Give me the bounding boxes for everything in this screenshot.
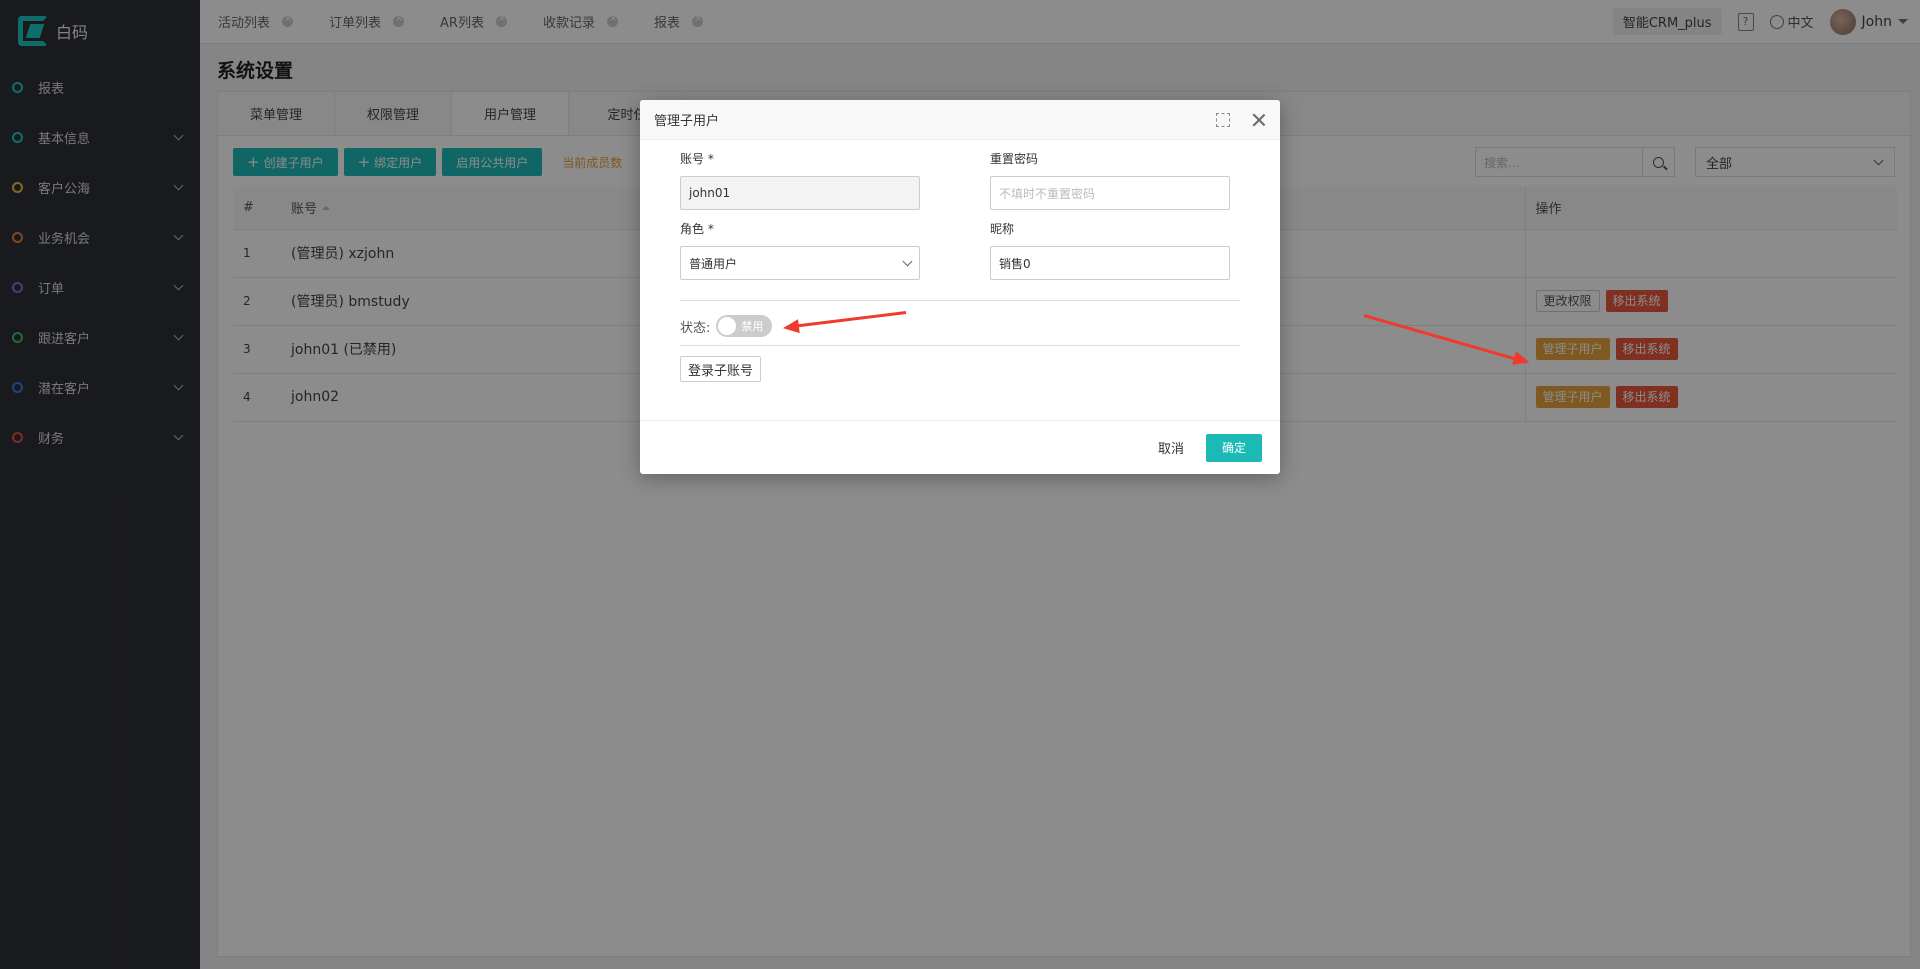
reset-password-field: 重置密码 不填时不重置密码	[990, 150, 1230, 210]
role-select[interactable]: 普通用户	[680, 246, 920, 280]
toggle-knob	[718, 317, 737, 335]
reset-password-input[interactable]: 不填时不重置密码	[990, 176, 1230, 210]
login-sub-account-button[interactable]: 登录子账号	[680, 356, 762, 382]
toggle-text: 禁用	[741, 320, 764, 333]
role-value: 普通用户	[689, 256, 738, 271]
nickname-label: 昵称	[990, 222, 1015, 236]
divider	[680, 345, 1240, 346]
chevron-down-icon	[902, 256, 913, 266]
nickname-input[interactable]: 销售0	[990, 246, 1230, 280]
confirm-button[interactable]: 确定	[1205, 433, 1262, 462]
fullscreen-icon[interactable]	[1216, 112, 1230, 127]
cancel-button[interactable]: 取消	[1146, 438, 1196, 457]
manage-sub-user-dialog: 管理子用户 账号 * john01 重置密码 不填时不重置密码 角色 * 普通用…	[640, 100, 1280, 474]
role-field: 角色 * 普通用户	[680, 220, 920, 280]
dialog-footer: 取消 确定	[640, 420, 1280, 474]
nickname-field: 昵称 销售0	[990, 220, 1230, 280]
status-row: 状态: 禁用	[680, 315, 773, 337]
account-label: 账号 *	[680, 152, 714, 166]
status-label: 状态:	[680, 320, 711, 336]
account-field: 账号 * john01	[680, 150, 920, 210]
dialog-title: 管理子用户	[654, 114, 720, 129]
role-label: 角色 *	[680, 222, 714, 236]
account-input[interactable]: john01	[680, 176, 920, 210]
status-toggle[interactable]: 禁用	[716, 315, 773, 337]
close-icon[interactable]	[1252, 113, 1266, 127]
reset-password-label: 重置密码	[990, 152, 1039, 166]
divider	[680, 300, 1240, 301]
dialog-header: 管理子用户	[640, 100, 1280, 140]
